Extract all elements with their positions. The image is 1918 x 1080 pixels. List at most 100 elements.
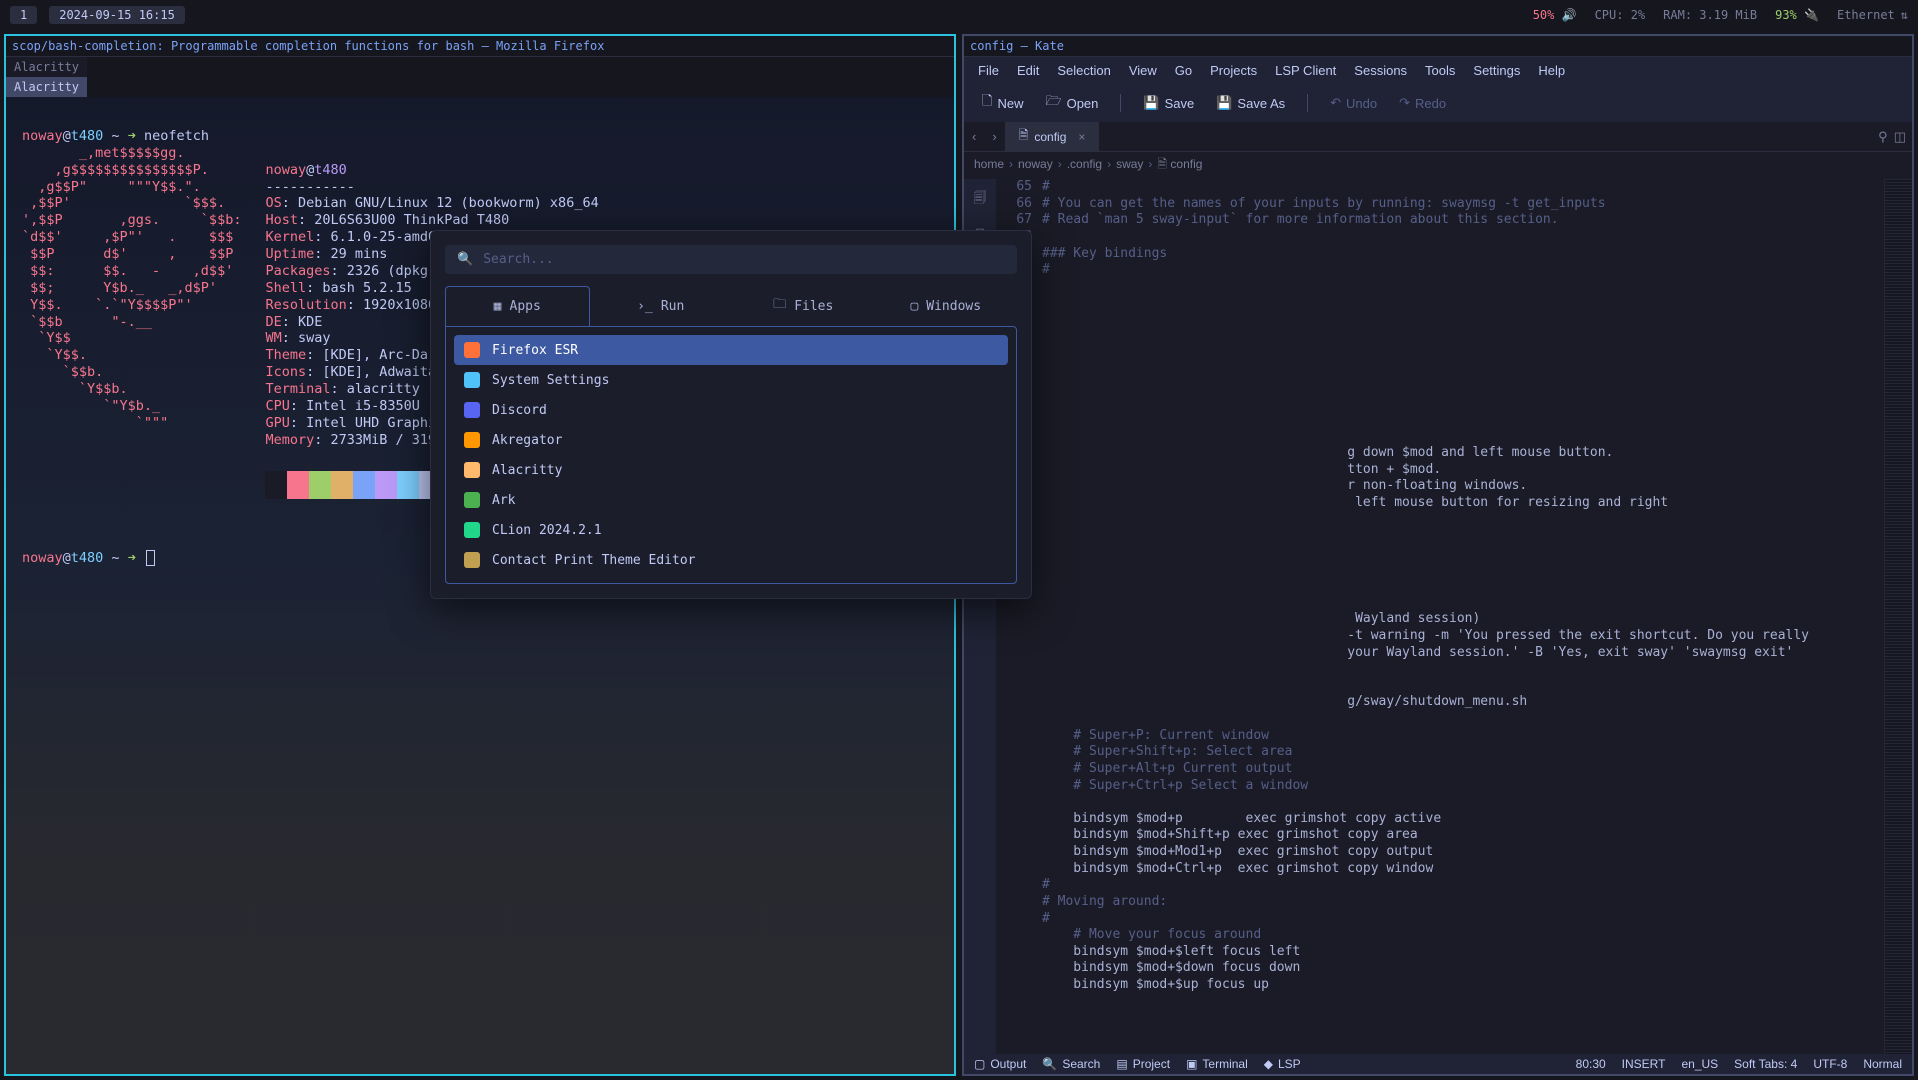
file-open-icon: 🗁 — [1045, 92, 1061, 114]
menu-file[interactable]: File — [978, 63, 999, 78]
terminal-tabs: Alacritty — [6, 57, 954, 77]
status-output[interactable]: ▢ Output — [974, 1057, 1026, 1071]
status-tabs[interactable]: Soft Tabs: 4 — [1734, 1057, 1797, 1071]
launcher-tab-windows[interactable]: ▢Windows — [875, 286, 1018, 326]
contact-icon — [464, 552, 480, 568]
clock: 2024-09-15 16:15 — [49, 6, 185, 24]
menu-help[interactable]: Help — [1538, 63, 1565, 78]
breadcrumb[interactable]: home›noway›.config›sway›🗎 config — [964, 152, 1912, 179]
rss-icon — [464, 432, 480, 448]
launcher-item-label: CLion 2024.2.1 — [492, 523, 602, 538]
launcher-list: Firefox ESR System Settings Discord Akregat… — [445, 326, 1017, 584]
file-tab-config[interactable]: 🗎 config × — [1005, 122, 1100, 151]
redo-icon: ↷ — [1399, 95, 1410, 111]
files-icon: 🗀 — [773, 295, 786, 317]
menu-edit[interactable]: Edit — [1017, 63, 1039, 78]
launcher-item-label: Ark — [492, 493, 515, 508]
launcher-tab-apps[interactable]: ▦Apps — [445, 286, 590, 326]
launcher-item-label: Contact Print Theme Editor — [492, 553, 696, 568]
status-search[interactable]: 🔍 Search — [1042, 1057, 1100, 1071]
menu-sessions[interactable]: Sessions — [1354, 63, 1407, 78]
terminal-cursor — [146, 550, 155, 566]
kate-menubar: File Edit Selection View Go Projects LSP Clien… — [964, 57, 1912, 84]
launcher-tab-run[interactable]: ›_Run — [590, 286, 733, 326]
status-locale[interactable]: en_US — [1681, 1057, 1718, 1071]
settings-icon — [464, 372, 480, 388]
discord-icon — [464, 402, 480, 418]
menu-view[interactable]: View — [1129, 63, 1157, 78]
status-cursor: 80:30 — [1576, 1057, 1606, 1071]
workspace-indicator[interactable]: 1 — [10, 6, 37, 24]
pin-icon[interactable]: ⚲ — [1878, 129, 1888, 145]
launcher-item-akregator[interactable]: Akregator — [454, 425, 1008, 455]
file-icon: 🗎 — [1019, 126, 1029, 147]
kate-window[interactable]: config — Kate FileEditSelectionViewGoPro… — [962, 34, 1914, 1076]
status-encoding[interactable]: UTF-8 — [1813, 1057, 1847, 1071]
launcher-item-clion-2024-2-1[interactable]: CLion 2024.2.1 — [454, 515, 1008, 545]
launcher-item-contact-print-theme-editor[interactable]: Contact Print Theme Editor — [454, 545, 1008, 575]
launcher-item-firefox-esr[interactable]: Firefox ESR — [454, 335, 1008, 365]
launcher-item-label: Discord — [492, 403, 547, 418]
launcher-item-system-settings[interactable]: System Settings — [454, 365, 1008, 395]
ark-icon — [464, 492, 480, 508]
launcher-item-alacritty[interactable]: Alacritty — [454, 455, 1008, 485]
redo-button[interactable]: ↷Redo — [1395, 93, 1450, 113]
menu-projects[interactable]: Projects — [1210, 63, 1257, 78]
file-new-icon: 🗋 — [982, 92, 992, 114]
status-normal[interactable]: Normal — [1863, 1057, 1902, 1071]
search-icon: 🔍 — [457, 252, 473, 267]
network-indicator[interactable]: Ethernet⇅ — [1837, 8, 1908, 22]
ram-indicator: RAM: 3.19 MiB — [1663, 8, 1757, 22]
kate-statusbar: ▢ Output 🔍 Search ▤ Project ▣ Terminal ◆… — [964, 1054, 1912, 1074]
new-button[interactable]: 🗋New — [978, 90, 1027, 116]
app-launcher[interactable]: 🔍 Search... ▦Apps ›_Run 🗀Files ▢Windows … — [430, 230, 1032, 599]
launcher-search[interactable]: 🔍 Search... — [445, 245, 1017, 274]
status-mode[interactable]: INSERT — [1622, 1057, 1666, 1071]
command-text: neofetch — [144, 128, 209, 144]
minimap[interactable] — [1884, 179, 1912, 1054]
nav-forward-button[interactable]: › — [984, 125, 1004, 148]
cpu-indicator: CPU: 2% — [1595, 8, 1646, 22]
volume-indicator[interactable]: 50% 🔊 — [1533, 8, 1577, 22]
search-placeholder: Search... — [483, 252, 553, 267]
launcher-item-ark[interactable]: Ark — [454, 485, 1008, 515]
documents-icon[interactable]: 🗐 — [974, 189, 987, 211]
saveas-icon: 💾 — [1216, 95, 1232, 111]
menu-tools[interactable]: Tools — [1425, 63, 1455, 78]
close-tab-icon[interactable]: × — [1078, 130, 1085, 144]
status-project[interactable]: ▤ Project — [1116, 1057, 1170, 1071]
menu-lsp-client[interactable]: LSP Client — [1275, 63, 1336, 78]
menu-go[interactable]: Go — [1175, 63, 1192, 78]
kate-tabbar: ‹ › 🗎 config × ⚲ ◫ — [964, 122, 1912, 152]
code-area[interactable]: ## You can get the names of your inputs … — [1042, 179, 1884, 1054]
split-icon[interactable]: ◫ — [1894, 129, 1906, 145]
alacritty-icon — [464, 462, 480, 478]
terminal-tab-1[interactable]: Alacritty — [6, 57, 87, 77]
terminal-tab-2[interactable]: Alacritty — [6, 77, 87, 97]
launcher-item-label: Akregator — [492, 433, 562, 448]
battery-icon: 🔌 — [1804, 8, 1819, 22]
top-status-bar: 1 2024-09-15 16:15 50% 🔊 CPU: 2% RAM: 3.… — [0, 0, 1918, 30]
open-button[interactable]: 🗁Open — [1041, 90, 1102, 116]
saveas-button[interactable]: 💾Save As — [1212, 93, 1289, 113]
undo-button[interactable]: ↶Undo — [1326, 93, 1381, 113]
firefox-icon — [464, 342, 480, 358]
launcher-item-discord[interactable]: Discord — [454, 395, 1008, 425]
launcher-tab-files[interactable]: 🗀Files — [732, 286, 875, 326]
run-icon: ›_ — [637, 299, 653, 314]
menu-settings[interactable]: Settings — [1473, 63, 1520, 78]
battery-indicator: 93% 🔌 — [1775, 8, 1819, 22]
launcher-item-label: Firefox ESR — [492, 343, 578, 358]
nav-back-button[interactable]: ‹ — [964, 125, 984, 148]
code-editor[interactable]: 6566676869709899100101102103104105106107… — [996, 179, 1912, 1054]
window-title-left: scop/bash-completion: Programmable compl… — [6, 36, 954, 57]
apps-icon: ▦ — [494, 299, 502, 314]
status-terminal[interactable]: ▣ Terminal — [1186, 1057, 1248, 1071]
volume-icon: 🔊 — [1562, 8, 1577, 22]
menu-selection[interactable]: Selection — [1057, 63, 1110, 78]
neofetch-ascii: _,met$$$$$gg. ,g$$$$$$$$$$$$$$$P. ,g$$P"… — [22, 145, 241, 517]
save-button[interactable]: 💾Save — [1139, 93, 1198, 113]
kate-toolbar: 🗋New 🗁Open 💾Save 💾Save As ↶Undo ↷Redo — [964, 84, 1912, 122]
status-lsp[interactable]: ◆ LSP — [1264, 1057, 1301, 1071]
windows-icon: ▢ — [910, 299, 918, 314]
